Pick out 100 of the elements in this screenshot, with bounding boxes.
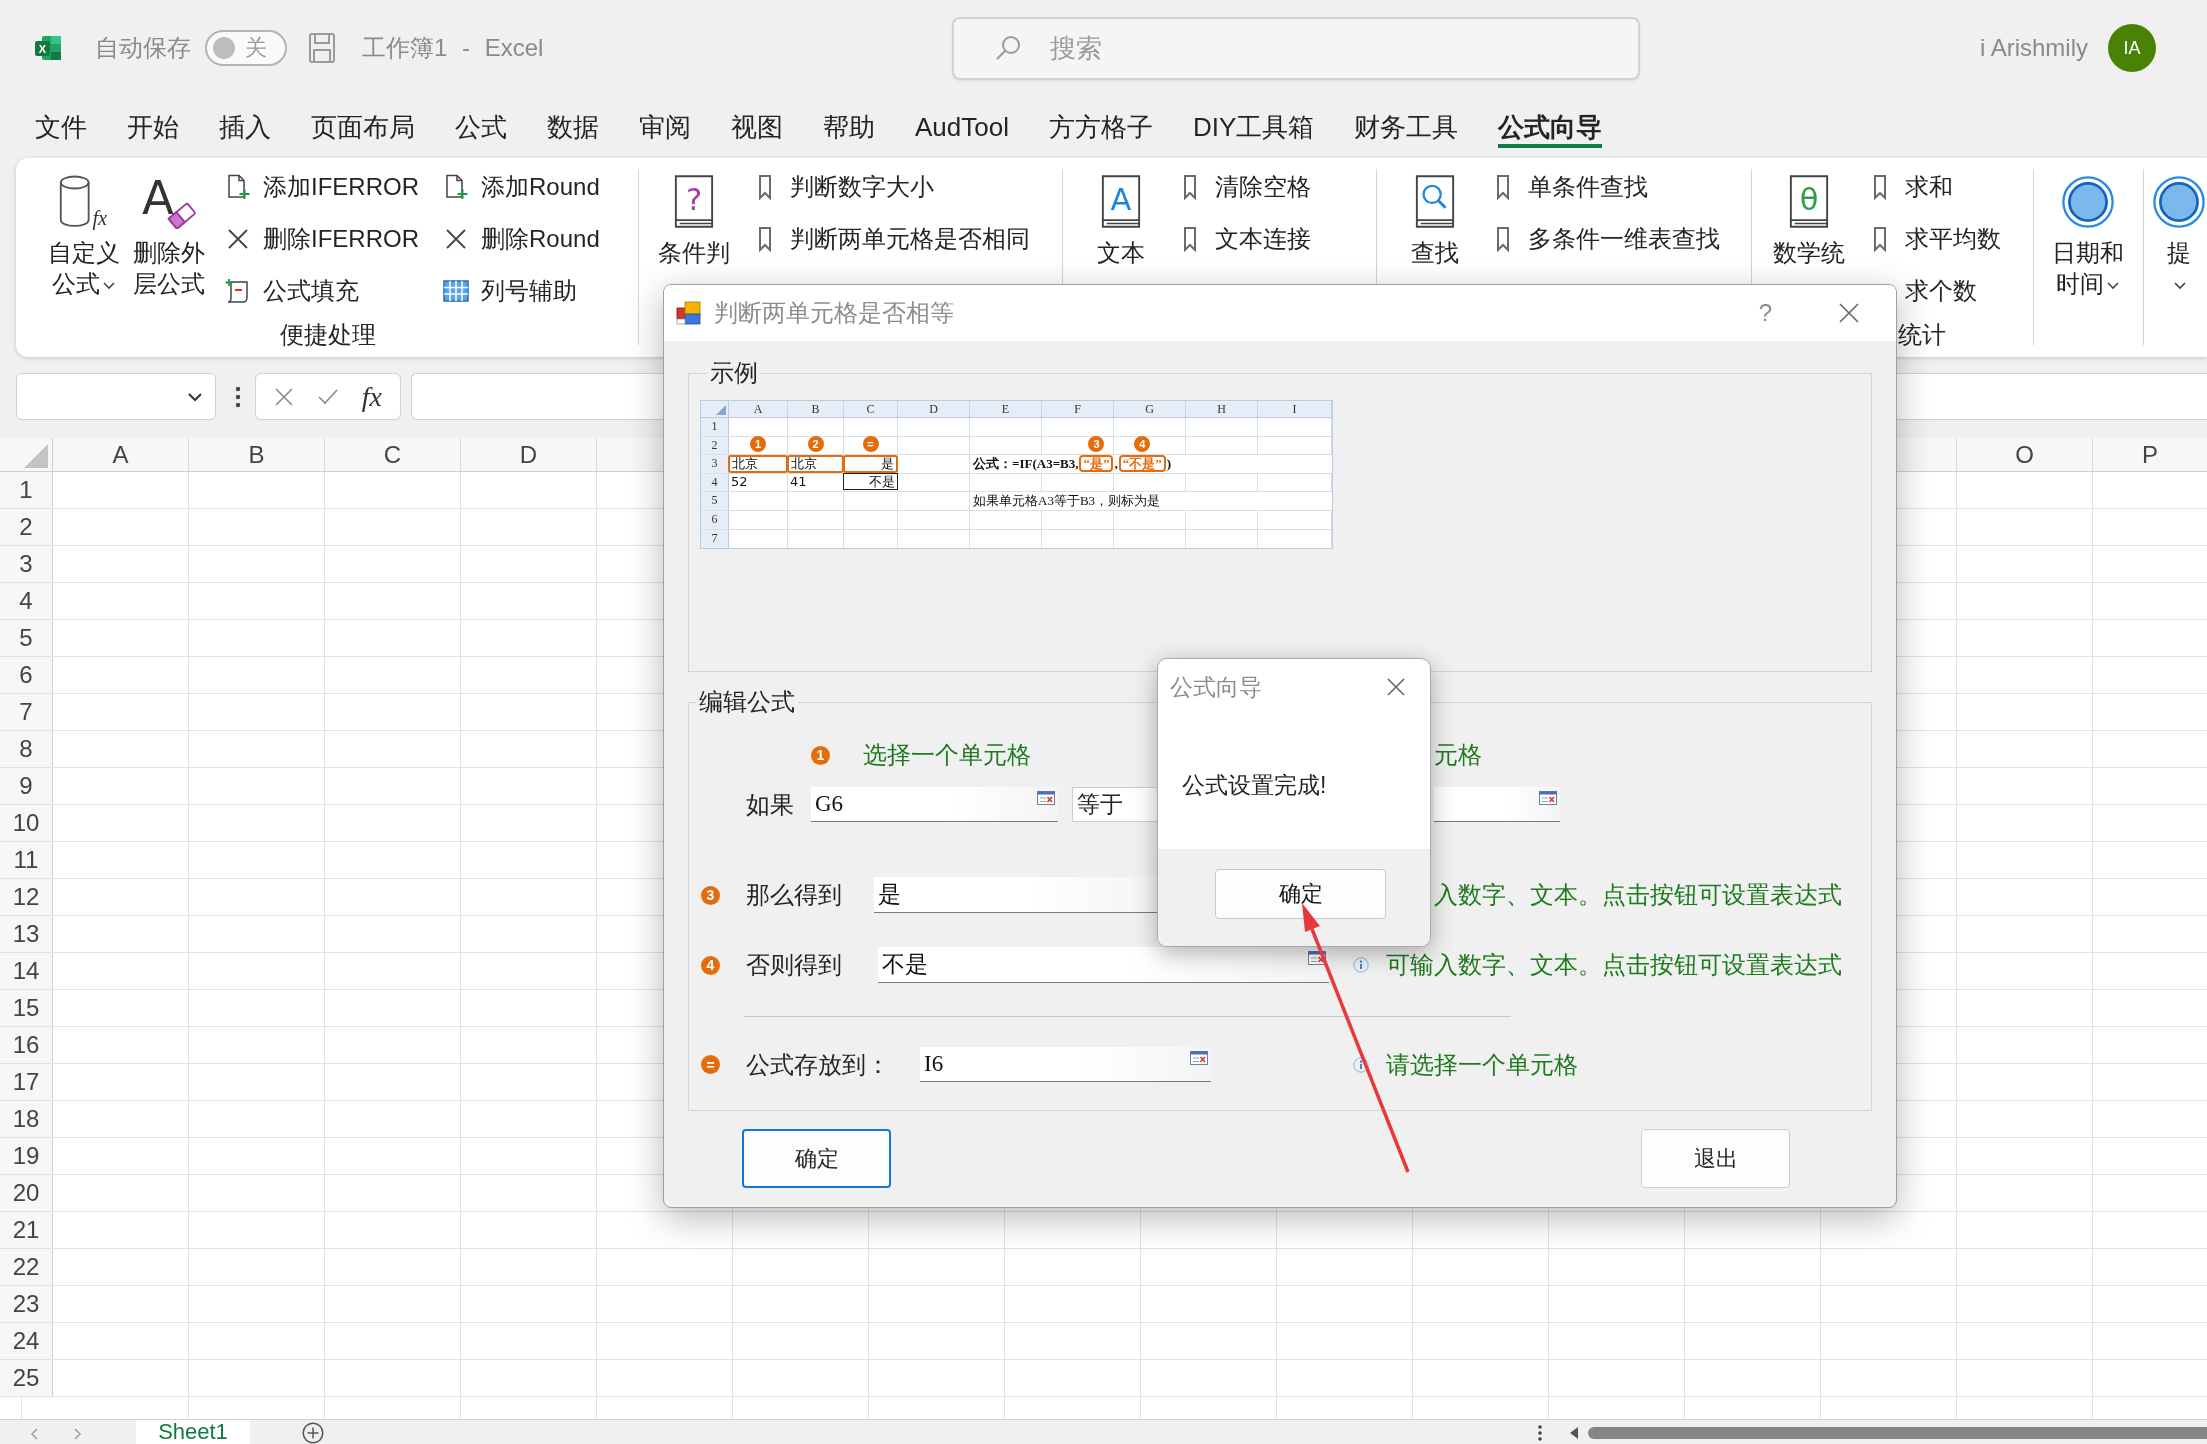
menu-tab[interactable]: AudTool <box>915 104 1009 148</box>
menu-tab[interactable]: 插入 <box>219 104 271 148</box>
menu-tab[interactable]: 数据 <box>547 104 599 148</box>
column-header[interactable]: P <box>2093 438 2207 471</box>
cancel-icon[interactable] <box>273 386 294 407</box>
chevron-down-icon <box>187 391 203 402</box>
cell-picker-icon[interactable] <box>1539 791 1557 805</box>
ribbon-button[interactable]: 删除IFERROR <box>225 213 419 265</box>
ribbon-button[interactable]: 添加IFERROR <box>225 161 419 213</box>
cell-input[interactable] <box>1434 787 1560 822</box>
menu-tab[interactable]: 页面布局 <box>311 104 415 148</box>
step-badge: 1 <box>811 745 830 765</box>
row-number[interactable]: 24 <box>0 1323 53 1359</box>
avatar[interactable]: IA <box>2108 24 2156 72</box>
row-number[interactable]: 16 <box>0 1027 53 1063</box>
menu-tab[interactable]: 审阅 <box>639 104 691 148</box>
row-number[interactable]: 5 <box>0 620 53 656</box>
ribbon-button[interactable]: 判断数字大小 <box>752 161 934 213</box>
ribbon-button[interactable]: 求平均数 <box>1867 213 2001 265</box>
menu-tab[interactable]: 开始 <box>127 104 179 148</box>
ribbon-large-button[interactable]: 提 <box>2153 172 2205 299</box>
menu-tab[interactable]: 公式 <box>455 104 507 148</box>
add-sheet-icon[interactable] <box>302 1422 324 1444</box>
row-number[interactable]: 13 <box>0 916 53 952</box>
row-number[interactable]: 20 <box>0 1175 53 1211</box>
menu-tab[interactable]: 视图 <box>731 104 783 148</box>
row-number[interactable]: 4 <box>0 583 53 619</box>
column-header[interactable]: C <box>325 438 461 471</box>
row-number[interactable]: 2 <box>0 509 53 545</box>
menu-tab[interactable]: DIY工具箱 <box>1192 104 1315 148</box>
ribbon-large-button[interactable]: 日期和时间 <box>2051 172 2125 299</box>
table-icon <box>443 278 469 304</box>
book-magnifier-icon <box>1414 174 1456 230</box>
dialog-button[interactable]: 退出 <box>1641 1129 1790 1188</box>
row-number[interactable]: 17 <box>0 1064 53 1100</box>
row-number[interactable]: 9 <box>0 768 53 804</box>
more-icon[interactable] <box>235 385 241 408</box>
ribbon-button[interactable]: 公式填充 <box>225 265 359 317</box>
row-number[interactable]: 19 <box>0 1138 53 1174</box>
sheet-tab[interactable]: Sheet1 <box>136 1420 250 1444</box>
row-number[interactable]: 21 <box>0 1212 53 1248</box>
hint-text: 选择一个单元格 <box>863 740 1031 770</box>
row-number[interactable]: 6 <box>0 657 53 693</box>
cell-picker-icon[interactable] <box>1190 1051 1208 1065</box>
ribbon-button[interactable]: 清除空格 <box>1177 161 1311 213</box>
row-number[interactable]: 8 <box>0 731 53 767</box>
row-number[interactable]: 22 <box>0 1249 53 1285</box>
highlighted-cell: 北京 <box>787 455 844 473</box>
column-header: E <box>970 401 1042 417</box>
close-icon[interactable] <box>1838 302 1860 324</box>
dialog-button[interactable]: 确定 <box>742 1129 891 1188</box>
ribbon-button[interactable]: 删除Round <box>443 213 600 265</box>
menu-tab[interactable]: 财务工具 <box>1354 104 1459 148</box>
cell-input[interactable]: G6 <box>811 787 1058 822</box>
close-icon[interactable] <box>1386 677 1406 697</box>
menu-tab[interactable]: 公式向导 <box>1498 104 1603 148</box>
row-number: 1 <box>701 418 729 436</box>
ribbon-button[interactable]: 多条件一维表查找 <box>1490 213 1720 265</box>
column-header[interactable]: O <box>1957 438 2093 471</box>
row-number[interactable]: 7 <box>0 694 53 730</box>
ribbon-button[interactable]: 文本连接 <box>1177 213 1311 265</box>
row-number[interactable]: 14 <box>0 953 53 989</box>
scroll-left-icon[interactable] <box>1569 1427 1579 1439</box>
menu-tab[interactable]: 方方格子 <box>1048 104 1153 148</box>
row-number[interactable]: 18 <box>0 1101 53 1137</box>
ribbon-button[interactable]: 单条件查找 <box>1490 161 1648 213</box>
row-number[interactable]: 12 <box>0 879 53 915</box>
cell-input[interactable]: 是 <box>874 877 1158 913</box>
cell-picker-icon[interactable] <box>1037 791 1055 805</box>
cell-input[interactable]: 不是 <box>878 947 1329 983</box>
field-label: 否则得到 <box>746 950 842 980</box>
row-number[interactable]: 3 <box>0 546 53 582</box>
ok-button[interactable]: 确定 <box>1215 869 1386 919</box>
column-header[interactable]: B <box>189 438 325 471</box>
row-number[interactable]: 15 <box>0 990 53 1026</box>
menu-tab[interactable]: 帮助 <box>823 104 875 148</box>
row-number[interactable]: 25 <box>0 1360 53 1396</box>
ribbon-large-button[interactable]: ? 条件判 <box>657 172 731 268</box>
ribbon-large-button[interactable]: A 文本 <box>1084 172 1158 268</box>
menu-tab[interactable]: 文件 <box>35 104 87 148</box>
ribbon-button[interactable]: 求和 <box>1867 161 1953 213</box>
column-header[interactable]: A <box>53 438 189 471</box>
ribbon-button[interactable]: 判断两单元格是否相同 <box>752 213 1030 265</box>
operator-dropdown[interactable]: 等于 <box>1072 787 1158 822</box>
insert-function-button[interactable]: fx <box>361 381 382 412</box>
ring-icon <box>2062 176 2114 228</box>
row-number[interactable]: 10 <box>0 805 53 841</box>
ribbon-large-button[interactable]: A 删除外层公式 <box>132 172 206 299</box>
scrollbar-thumb[interactable] <box>1588 1427 2207 1439</box>
row-number[interactable]: 23 <box>0 1286 53 1322</box>
ribbon-button[interactable]: 列号辅助 <box>443 265 577 317</box>
ribbon-large-button[interactable]: fx 自定义公式 <box>47 172 121 299</box>
row-number[interactable]: 11 <box>0 842 53 878</box>
ribbon-button[interactable]: 添加Round <box>443 161 600 213</box>
more-icon[interactable] <box>1537 1424 1543 1442</box>
ribbon-large-button[interactable]: 查找 <box>1398 172 1472 268</box>
cell-input[interactable]: I6 <box>920 1047 1211 1082</box>
ribbon-large-button[interactable]: θ 数学统 <box>1772 172 1846 268</box>
column-header[interactable]: D <box>461 438 597 471</box>
row-number[interactable]: 1 <box>0 472 53 508</box>
